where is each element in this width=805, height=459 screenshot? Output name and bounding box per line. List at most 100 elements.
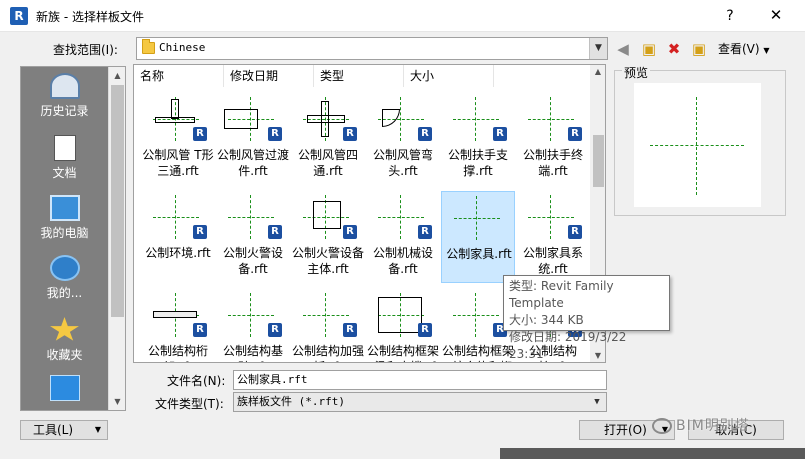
filename-input[interactable]: 公制家具.rft xyxy=(233,370,607,390)
scroll-thumb[interactable] xyxy=(111,85,124,317)
file-item[interactable]: R 公制结构加强板.rft xyxy=(291,289,365,362)
thumbnail-shape xyxy=(382,109,400,127)
filetype-value: 族样板文件 (*.rft) xyxy=(237,395,345,408)
file-item[interactable]: R 公制风管弯头.rft xyxy=(366,93,440,185)
help-button[interactable]: ? xyxy=(720,6,740,26)
place-label: 收藏夹 xyxy=(46,348,83,362)
place-label: 历史记录 xyxy=(40,104,89,118)
tools-button[interactable]: 工具(L) ▼ xyxy=(20,420,108,440)
file-item[interactable]: R 公制扶手终端.rft xyxy=(516,93,590,185)
file-name-label: 公制火警设备主体.rft xyxy=(291,246,364,276)
place-history[interactable]: 历史记录 xyxy=(21,73,108,119)
reference-line-horizontal xyxy=(454,218,500,219)
folder-icon xyxy=(142,39,155,54)
network-icon xyxy=(49,255,80,281)
reference-line-horizontal xyxy=(453,119,499,120)
place-computer[interactable]: 我的电脑 xyxy=(21,195,108,241)
revit-badge-icon: R xyxy=(418,323,432,337)
chevron-down-icon[interactable]: ▼ xyxy=(588,393,606,411)
reference-line-horizontal xyxy=(528,217,574,218)
preview-image xyxy=(634,83,761,207)
tooltip-type: 类型: Revit Family Template xyxy=(509,279,614,310)
tools-label: 工具(L) xyxy=(33,423,74,437)
column-header-type[interactable]: 类型 xyxy=(314,65,404,87)
close-button[interactable]: ✕ xyxy=(765,4,787,26)
reference-line-vertical xyxy=(325,293,326,337)
filetype-select[interactable]: 族样板文件 (*.rft) ▼ xyxy=(233,392,607,412)
column-header-name[interactable]: 名称 xyxy=(134,65,224,87)
reference-line-horizontal xyxy=(228,315,274,316)
template-thumbnail-icon: R xyxy=(297,97,359,145)
template-thumbnail-icon: R xyxy=(522,195,584,243)
template-thumbnail-icon: R xyxy=(147,195,209,243)
file-item[interactable]: R 公制家具系统.rft xyxy=(516,191,590,283)
reference-line-vertical xyxy=(550,195,551,239)
revit-app-icon: R xyxy=(10,7,28,25)
revit-badge-icon: R xyxy=(568,127,582,141)
file-name-label: 公制风管弯头.rft xyxy=(372,148,433,178)
file-name-label: 公制家具系统.rft xyxy=(522,246,583,276)
up-folder-icon[interactable]: ▣ xyxy=(640,40,658,58)
look-in-combo[interactable]: Chinese ▼ xyxy=(136,37,608,60)
column-header-size[interactable]: 大小 xyxy=(404,65,494,87)
file-name-label: 公制结构框架 - 综合体和桁架.rft xyxy=(441,344,514,362)
views-button[interactable]: 查看(V) ▼ xyxy=(718,40,770,57)
template-thumbnail-icon: R xyxy=(372,97,434,145)
template-thumbnail-icon: R xyxy=(447,97,509,145)
place-label: 我的... xyxy=(46,286,83,300)
file-item[interactable]: R 公制风管过渡件.rft xyxy=(216,93,290,185)
file-item[interactable]: R 公制机械设备.rft xyxy=(366,191,440,283)
scroll-up-icon[interactable]: ▲ xyxy=(590,67,605,76)
reference-line-vertical xyxy=(400,97,401,141)
revit-badge-icon: R xyxy=(268,127,282,141)
place-favorites[interactable]: 收藏夹 xyxy=(21,317,108,363)
file-item[interactable]: R 公制风管四通.rft xyxy=(291,93,365,185)
thumbnail-shape xyxy=(313,201,341,229)
place-network[interactable]: 我的... xyxy=(21,255,108,301)
template-thumbnail-icon: R xyxy=(147,97,209,145)
file-item[interactable]: R 公制结构桁架.rft xyxy=(141,289,215,362)
revit-badge-icon: R xyxy=(418,127,432,141)
scroll-down-icon[interactable]: ▼ xyxy=(109,393,126,410)
file-name-label: 公制结构桁架.rft xyxy=(147,344,208,362)
wechat-icon xyxy=(652,418,672,434)
tooltip-date: 修改日期: 2019/3/22 23:31 xyxy=(509,330,627,361)
revit-badge-icon: R xyxy=(493,127,507,141)
chevron-down-icon[interactable]: ▼ xyxy=(589,38,607,59)
file-item[interactable]: 公制家具.rft xyxy=(441,191,515,283)
thumbnail-shape xyxy=(224,109,258,129)
template-thumbnail-icon: R xyxy=(147,293,209,341)
views-label: 查看(V) xyxy=(718,42,760,56)
scroll-up-icon[interactable]: ▲ xyxy=(109,67,126,84)
file-name-label: 公制机械设备.rft xyxy=(372,246,433,276)
places-scrollbar[interactable]: ▲ ▼ xyxy=(108,67,125,410)
template-thumbnail-icon xyxy=(448,196,510,244)
file-item[interactable]: R 公制扶手支撑.rft xyxy=(441,93,515,185)
documents-icon xyxy=(53,135,76,161)
reference-line-vertical xyxy=(250,195,251,239)
file-item[interactable]: R 公制火警设备主体.rft xyxy=(291,191,365,283)
places-bar: 历史记录 文档 我的电脑 我的... 收藏夹 ▲ ▼ xyxy=(20,66,126,411)
place-desktop[interactable] xyxy=(21,375,108,404)
delete-icon[interactable]: ✖ xyxy=(665,40,683,58)
file-item[interactable]: R 公制风管 T形三通.rft xyxy=(141,93,215,185)
file-name-label: 公制结构基础.rft xyxy=(222,344,283,362)
place-documents[interactable]: 文档 xyxy=(21,135,108,181)
file-item[interactable]: R 公制结构基础.rft xyxy=(216,289,290,362)
back-arrow-icon[interactable]: ◀ xyxy=(614,40,632,58)
revit-badge-icon: R xyxy=(193,225,207,239)
reference-line-vertical xyxy=(400,195,401,239)
file-item[interactable]: R 公制结构框架 - 梁和支撑.rft xyxy=(366,289,440,362)
column-header-date[interactable]: 修改日期 xyxy=(224,65,314,87)
file-item[interactable]: R 公制火警设备.rft xyxy=(216,191,290,283)
scroll-thumb[interactable] xyxy=(593,135,604,187)
new-folder-icon[interactable]: ▣ xyxy=(690,40,708,58)
file-name-label: 公制扶手终端.rft xyxy=(522,148,583,178)
revit-badge-icon: R xyxy=(343,323,357,337)
thumbnail-shape xyxy=(153,311,197,318)
window-title: 新族 - 选择样板文件 xyxy=(36,10,144,24)
file-item[interactable]: R 公制环境.rft xyxy=(141,191,215,283)
background-strip xyxy=(500,448,805,459)
watermark-text: BIM明别塔 xyxy=(676,418,750,434)
file-name-label: 公制家具.rft xyxy=(446,247,512,261)
